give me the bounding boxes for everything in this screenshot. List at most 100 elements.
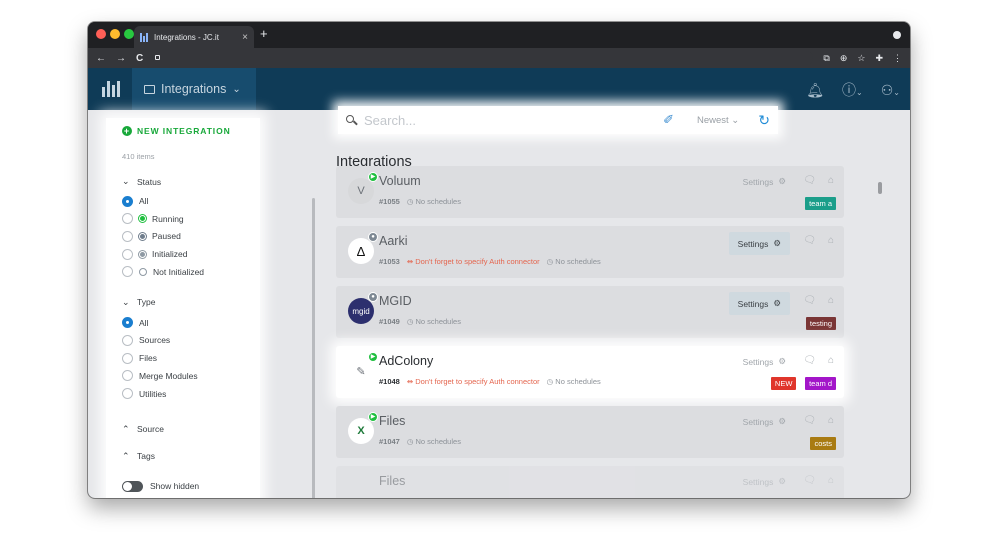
radio-button[interactable] [122, 230, 133, 242]
browser-tab[interactable]: Integrations - JC.it × [134, 26, 254, 48]
status-option[interactable]: Paused [122, 230, 244, 242]
close-tab-icon[interactable]: × [242, 32, 248, 43]
radio-button[interactable] [122, 334, 133, 346]
status-option[interactable]: Running [122, 213, 244, 225]
show-hidden-toggle[interactable]: Show hidden [122, 480, 244, 492]
type-option[interactable]: Merge Modules [122, 370, 244, 382]
integration-card[interactable]: X ▶ Files #1047 ◷ No schedules Settings ⚙ 🗨︎ ⌂ co… [336, 406, 844, 458]
status-option[interactable]: All [122, 195, 244, 207]
auth-warning[interactable]: ⇹ Don't forget to specify Auth connector [407, 377, 540, 386]
tag-badge[interactable]: testing [805, 317, 836, 330]
radio-button[interactable] [122, 370, 133, 382]
settings-button[interactable]: Settings ⚙ [728, 292, 790, 315]
clock-icon: ◷ [546, 377, 556, 386]
integration-card[interactable]: ✎ ▶ AdColony #1048 ⇹ Don't forget to specify… [336, 346, 844, 398]
tag-icon[interactable]: ⌂ [828, 235, 834, 246]
close-window-icon[interactable] [96, 29, 106, 39]
radio-button[interactable] [122, 266, 133, 278]
extensions-icon[interactable]: ✚ [875, 53, 883, 64]
help-icon[interactable]: ⓘ⌄ [842, 80, 863, 100]
profile-dot-icon[interactable] [893, 31, 901, 39]
search-input[interactable]: Search... [364, 113, 656, 128]
settings-button[interactable]: Settings ⚙ [743, 416, 786, 427]
integration-name[interactable]: Files [379, 414, 405, 428]
settings-button[interactable]: Settings ⚙ [743, 476, 786, 487]
clear-filter-icon[interactable]: ✐ [663, 112, 674, 128]
tag-badge[interactable]: team a [805, 197, 836, 210]
radio-button[interactable] [122, 248, 133, 260]
status-option[interactable]: Not Initialized [122, 266, 244, 278]
tag-icon[interactable]: ⌂ [828, 355, 834, 366]
comment-icon[interactable]: 🗨︎ [803, 415, 816, 426]
integration-name[interactable]: Aarki [379, 234, 407, 248]
maximize-window-icon[interactable] [124, 29, 134, 39]
status-option[interactable]: Initialized [122, 248, 244, 260]
zoom-icon[interactable]: ⊕ [840, 53, 848, 64]
menu-icon[interactable]: ⋮ [893, 53, 902, 64]
tags-section-toggle[interactable]: ⌃ Tags [122, 451, 244, 462]
bell-icon[interactable]: 🔔︎ [806, 82, 824, 99]
integration-card[interactable]: mgid ● MGID #1049 ◷ No schedules Settings ⚙ 🗨︎ ⌂… [336, 286, 844, 338]
url-field[interactable] [153, 51, 814, 65]
type-option[interactable]: Utilities [122, 388, 244, 399]
schedule-info: ◷ No schedules [407, 197, 461, 206]
tag-badge[interactable]: team d [805, 377, 836, 390]
link-broken-icon: ⇹ [406, 377, 416, 386]
pause-status-icon: ● [368, 292, 378, 302]
type-option[interactable]: Files [122, 352, 244, 364]
radio-button[interactable] [122, 317, 133, 329]
integration-card[interactable]: Files #1046 ◷ No schedules Settings ⚙ 🗨︎ ⌂ [336, 466, 844, 498]
status-option-label: Paused [152, 231, 181, 242]
auth-warning[interactable]: ⇹ Don't forget to specify Auth connector [407, 257, 540, 266]
settings-label: Settings [742, 176, 774, 187]
integration-logo-icon: mgid [348, 298, 374, 324]
radio-button[interactable] [122, 213, 133, 225]
integration-name[interactable]: MGID [379, 294, 412, 308]
user-icon[interactable]: ⚇⌄ [881, 82, 900, 99]
type-section-toggle[interactable]: ⌄ Type [122, 297, 244, 308]
forward-button[interactable]: → [116, 53, 126, 64]
integration-name[interactable]: Voluum [379, 174, 421, 188]
tag-icon[interactable]: ⌂ [828, 475, 834, 486]
list-scrollbar[interactable] [312, 198, 315, 498]
status-section-toggle[interactable]: ⌄ Status [122, 176, 244, 187]
type-option[interactable]: All [122, 317, 244, 329]
radio-button[interactable] [122, 352, 133, 364]
integration-card[interactable]: V ▶ Voluum #1055 ◷ No schedules Settings ⚙ 🗨︎ ⌂ t… [336, 166, 844, 218]
source-section-toggle[interactable]: ⌃ Source [122, 424, 244, 435]
pause-status-icon: ● [368, 232, 378, 242]
cast-icon[interactable]: ⧉ [823, 53, 829, 64]
breadcrumb-integrations[interactable]: Integrations ⌄ [132, 68, 256, 110]
tag-badge[interactable]: NEW [770, 377, 797, 390]
settings-button[interactable]: Settings ⚙ [743, 356, 786, 367]
back-button[interactable]: ← [96, 53, 106, 64]
integration-name[interactable]: Files [379, 474, 405, 488]
comment-icon[interactable]: 🗨︎ [803, 235, 816, 246]
chevron-down-icon: ⌄ [122, 296, 130, 307]
comment-icon[interactable]: 🗨︎ [803, 175, 816, 186]
tag-icon[interactable]: ⌂ [828, 295, 834, 306]
radio-button[interactable] [122, 195, 133, 207]
integration-name[interactable]: AdColony [379, 354, 433, 368]
reload-button[interactable]: C [136, 53, 143, 64]
comment-icon[interactable]: 🗨︎ [803, 355, 816, 366]
app-logo-icon[interactable] [102, 81, 120, 97]
radio-button[interactable] [122, 388, 133, 399]
sort-dropdown[interactable]: Newest ⌄ [697, 115, 739, 126]
settings-button[interactable]: Settings ⚙ [743, 176, 786, 187]
comment-icon[interactable]: 🗨︎ [803, 475, 816, 486]
new-tab-button[interactable]: + [260, 27, 268, 40]
page-scrollbar-thumb[interactable] [878, 182, 882, 194]
minimize-window-icon[interactable] [110, 29, 120, 39]
new-integration-button[interactable]: + NEW INTEGRATION [122, 126, 244, 136]
toggle-switch[interactable] [122, 480, 143, 492]
settings-button[interactable]: Settings ⚙ [728, 232, 790, 255]
tag-icon[interactable]: ⌂ [828, 415, 834, 426]
tag-badge[interactable]: costs [810, 437, 836, 450]
refresh-icon[interactable]: ↻ [758, 112, 770, 129]
integration-card[interactable]: Δ ● Aarki #1053 ⇹ Don't forget to specify Au… [336, 226, 844, 278]
comment-icon[interactable]: 🗨︎ [803, 295, 816, 306]
type-option[interactable]: Sources [122, 334, 244, 346]
tag-icon[interactable]: ⌂ [828, 175, 834, 186]
bookmark-star-icon[interactable]: ☆ [857, 53, 865, 64]
